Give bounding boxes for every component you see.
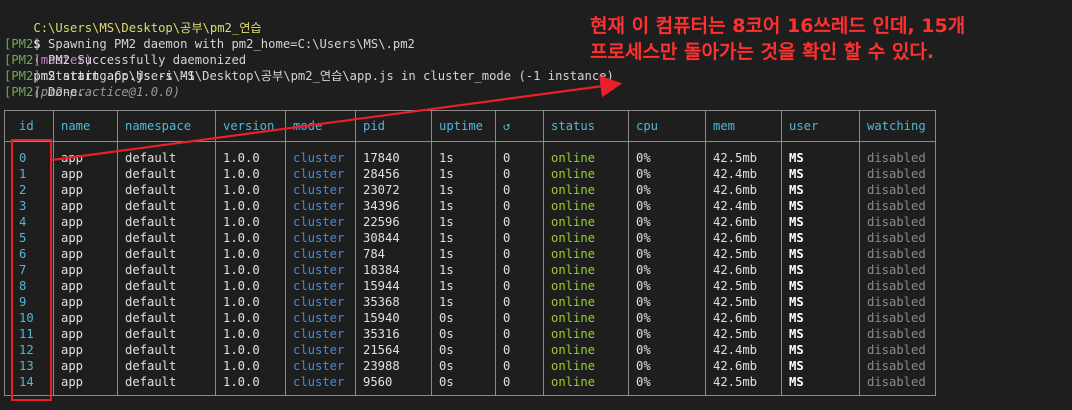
annotation-arrow-icon xyxy=(51,75,623,162)
terminal-window[interactable]: C:\Users\MS\Desktop\공부\pm2_연습 (master) (… xyxy=(0,0,1072,410)
